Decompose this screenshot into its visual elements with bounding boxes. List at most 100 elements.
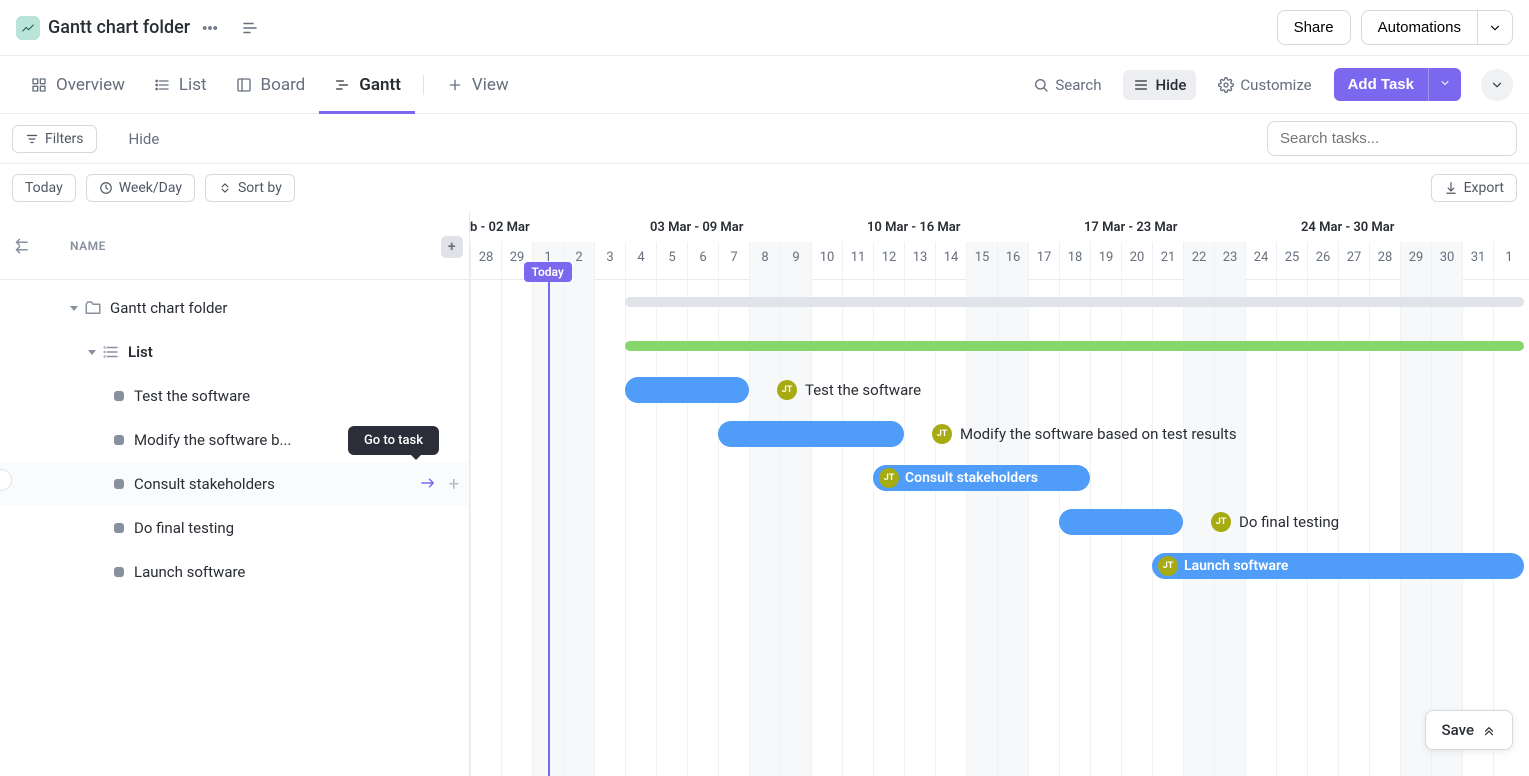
task-label: Launch software	[134, 563, 245, 581]
gantt-timeline[interactable]: b - 02 Mar03 Mar - 09 Mar10 Mar - 16 Mar…	[470, 212, 1529, 776]
list-label: List	[128, 343, 153, 361]
week-label: 10 Mar - 16 Mar	[867, 220, 960, 235]
search-tasks-input[interactable]	[1267, 121, 1517, 156]
board-icon	[235, 76, 253, 94]
collapse-icon[interactable]	[12, 237, 30, 255]
gantt-row: JT Launch software	[470, 544, 1529, 588]
task-bar[interactable]: JTConsult stakeholders	[873, 465, 1090, 491]
hide-icon	[1133, 77, 1149, 93]
week-label: 03 Mar - 09 Mar	[650, 220, 743, 235]
automations-button-group: Automations	[1361, 10, 1513, 45]
task-list-panel: NAME + Gantt chart folderListTest the so…	[0, 212, 470, 776]
more-actions-button[interactable]	[1481, 69, 1513, 101]
day-cell: 28	[470, 242, 501, 280]
day-cell: 21	[1152, 242, 1183, 280]
more-menu-button[interactable]	[196, 14, 224, 42]
automations-dropdown-button[interactable]	[1478, 10, 1513, 45]
zoom-button[interactable]: Week/Day	[86, 174, 195, 202]
expand-sidebar-button[interactable]	[236, 14, 264, 42]
status-icon	[114, 391, 124, 401]
add-view-button[interactable]: View	[432, 56, 523, 113]
hide-columns-button[interactable]: Hide	[109, 130, 160, 148]
sort-icon	[218, 181, 232, 195]
add-task-dropdown[interactable]	[1428, 68, 1461, 101]
tab-gantt[interactable]: Gantt	[319, 56, 415, 113]
day-cell: 13	[904, 242, 935, 280]
day-cell: 18	[1059, 242, 1090, 280]
tab-list[interactable]: List	[139, 56, 221, 113]
view-tabs-bar: Overview List Board Gantt View Search Hi…	[0, 56, 1529, 114]
status-icon	[114, 435, 124, 445]
task-bar-label: Launch software	[1184, 558, 1288, 574]
task-bar[interactable]	[625, 377, 749, 403]
folder-icon	[84, 299, 102, 317]
status-icon	[114, 523, 124, 533]
day-cell: 24	[1245, 242, 1276, 280]
tab-separator	[423, 75, 424, 95]
tree-row[interactable]: List	[0, 330, 469, 374]
timeline-header: b - 02 Mar03 Mar - 09 Mar10 Mar - 16 Mar…	[470, 212, 1529, 280]
go-to-task-icon[interactable]	[419, 474, 437, 492]
list-summary-bar[interactable]	[625, 341, 1524, 351]
task-bar[interactable]: JT Launch software	[1152, 553, 1524, 579]
task-tree: Gantt chart folderListTest the softwareM…	[0, 280, 469, 594]
tooltip: Go to task	[348, 426, 439, 455]
chevron-up-icon	[1482, 723, 1496, 737]
day-cell: 23	[1214, 242, 1245, 280]
day-cell: 27	[1338, 242, 1369, 280]
tab-overview[interactable]: Overview	[16, 56, 139, 113]
gantt-row: JT Test the software	[470, 368, 1529, 412]
today-button[interactable]: Today	[12, 174, 76, 202]
day-cell: 16	[997, 242, 1028, 280]
top-bar: Gantt chart folder Share Automations	[0, 0, 1529, 56]
day-cell: 14	[935, 242, 966, 280]
day-cell: 6	[687, 242, 718, 280]
filters-button[interactable]: Filters	[12, 125, 97, 153]
share-button[interactable]: Share	[1277, 10, 1351, 45]
hide-tool[interactable]: Hide	[1123, 70, 1196, 100]
day-cell: 7	[718, 242, 749, 280]
gantt-row: JT Do final testing	[470, 500, 1529, 544]
status-icon	[114, 479, 124, 489]
task-bar-label: Do final testing	[1239, 513, 1339, 531]
day-cell: 30	[1431, 242, 1462, 280]
task-bar-label: Consult stakeholders	[905, 470, 1038, 486]
timeline-body: Today JTTest the softwareJTModify the so…	[470, 280, 1529, 776]
customize-tool[interactable]: Customize	[1208, 70, 1321, 100]
save-button[interactable]: Save	[1425, 710, 1513, 750]
add-subtask-icon[interactable]: +	[449, 474, 459, 495]
export-button[interactable]: Export	[1431, 174, 1517, 202]
tree-row[interactable]: Launch software	[0, 550, 469, 594]
day-cell: 11	[842, 242, 873, 280]
overview-icon	[30, 76, 48, 94]
week-label: 17 Mar - 23 Mar	[1084, 220, 1177, 235]
assignee-avatar: JT	[1211, 512, 1231, 532]
search-tool[interactable]: Search	[1023, 70, 1111, 100]
gear-icon	[1218, 77, 1234, 93]
sort-button[interactable]: Sort by	[205, 174, 295, 202]
tab-board[interactable]: Board	[221, 56, 320, 113]
tree-row[interactable]: Do final testing	[0, 506, 469, 550]
week-label: 24 Mar - 30 Mar	[1301, 220, 1394, 235]
day-cell: 20	[1121, 242, 1152, 280]
automations-button[interactable]: Automations	[1361, 10, 1478, 45]
tree-row[interactable]: Gantt chart folder	[0, 286, 469, 330]
assignee-avatar: JT	[777, 380, 797, 400]
tree-row[interactable]: Test the software	[0, 374, 469, 418]
task-bar-label: Test the software	[805, 381, 921, 399]
filter-icon	[25, 132, 39, 146]
assignee-avatar: JT	[1158, 556, 1178, 576]
add-task-button[interactable]: Add Task	[1334, 68, 1428, 101]
day-cell: 5	[656, 242, 687, 280]
task-bar[interactable]	[1059, 509, 1183, 535]
add-column-button[interactable]: +	[441, 236, 463, 258]
gantt-icon	[333, 76, 351, 94]
assignee-avatar: JT	[932, 424, 952, 444]
folder-summary-bar[interactable]	[625, 297, 1524, 307]
tree-row[interactable]: Consult stakeholders+Go to task	[0, 462, 469, 506]
page-title: Gantt chart folder	[48, 17, 190, 38]
day-cell: 9	[780, 242, 811, 280]
folder-title-chip[interactable]: Gantt chart folder	[16, 16, 190, 40]
list-icon	[102, 343, 120, 361]
task-bar[interactable]	[718, 421, 904, 447]
